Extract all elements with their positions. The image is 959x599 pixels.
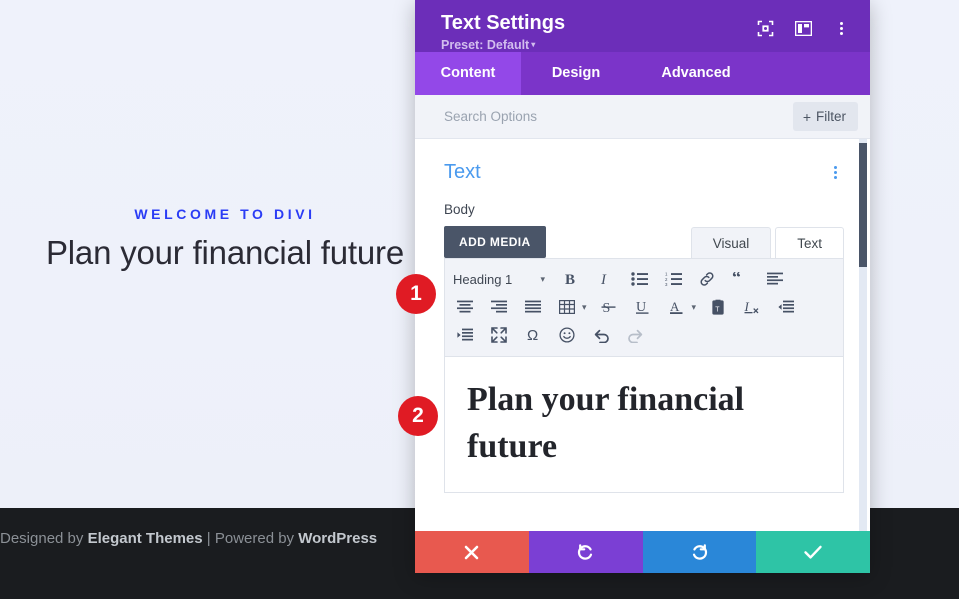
table-chevron-down-icon[interactable]: ▾ <box>582 302 587 313</box>
filter-button[interactable]: + Filter <box>792 102 858 131</box>
hero-heading: Plan your financial future <box>45 234 404 271</box>
modal-header: Text Settings Preset: Default ▾ <box>415 0 870 52</box>
undo-button[interactable] <box>528 531 643 573</box>
tab-advanced[interactable]: Advanced <box>631 52 761 95</box>
step-marker-1: 1 <box>396 274 436 314</box>
filter-button-label: Filter <box>816 109 846 124</box>
text-color-chevron-down-icon[interactable]: ▾ <box>692 302 697 313</box>
modal-title: Text Settings <box>441 12 566 34</box>
section-more-dots <box>833 166 837 179</box>
align-center-icon[interactable] <box>453 295 477 319</box>
editor-tab-visual[interactable]: Visual <box>690 227 772 258</box>
save-button[interactable] <box>756 531 870 573</box>
hero-eyebrow: WELCOME TO DIVI <box>134 206 316 222</box>
more-vertical-icon[interactable] <box>832 19 850 37</box>
undo-icon[interactable] <box>589 323 613 347</box>
strikethrough-icon[interactable]: S <box>597 295 621 319</box>
clear-formatting-icon[interactable]: I <box>740 295 764 319</box>
footer-credits: Designed by Elegant Themes | Powered by … <box>0 530 430 547</box>
table-icon[interactable] <box>555 295 579 319</box>
svg-text:3: 3 <box>665 282 668 286</box>
preset-selector[interactable]: Preset: Default ▾ <box>441 38 756 52</box>
outdent-icon[interactable] <box>774 295 798 319</box>
rich-text-editor[interactable]: Plan your financial future <box>444 357 844 493</box>
blockquote-icon[interactable]: “ <box>729 267 753 291</box>
redo-button[interactable] <box>642 531 757 573</box>
hero-content: WELCOME TO DIVI Plan your financial futu… <box>0 206 450 272</box>
body-field-label: Body <box>444 202 475 217</box>
cancel-button[interactable] <box>415 531 529 573</box>
svg-text:I: I <box>600 272 607 287</box>
tab-content[interactable]: Content <box>415 52 521 95</box>
align-right-icon[interactable] <box>487 295 511 319</box>
panel-scrollbar-track[interactable] <box>859 139 867 531</box>
align-left-icon[interactable] <box>763 267 787 291</box>
text-color-icon[interactable]: A <box>665 295 689 319</box>
modal-header-titles: Text Settings Preset: Default ▾ <box>441 12 756 53</box>
redo-arrow-icon <box>692 544 707 560</box>
more-vertical-dots <box>839 21 843 35</box>
modal-action-bar <box>415 531 870 573</box>
underline-icon[interactable]: U <box>631 295 655 319</box>
search-row: + Filter <box>415 95 870 139</box>
svg-text:S: S <box>603 301 611 315</box>
chevron-down-icon: ▾ <box>531 40 536 49</box>
italic-icon[interactable]: I <box>593 267 617 291</box>
toolbar-row-3: Ω <box>453 321 835 349</box>
body-field: Body ADD MEDIA Visual Text Heading 1 ▾ B <box>415 184 870 493</box>
paste-as-text-icon[interactable]: T <box>706 295 730 319</box>
redo-icon <box>623 323 647 347</box>
bulleted-list-icon[interactable] <box>627 267 651 291</box>
panel-scrollbar-thumb[interactable] <box>859 143 867 267</box>
svg-text:A: A <box>670 299 680 314</box>
layout-panel-icon[interactable] <box>794 19 812 37</box>
footer-brand-elegant-themes: Elegant Themes <box>87 530 203 547</box>
add-media-button[interactable]: ADD MEDIA <box>444 226 546 258</box>
editor-top-row: ADD MEDIA Visual Text <box>444 226 844 258</box>
text-settings-modal: Text Settings Preset: Default ▾ Content … <box>415 0 870 573</box>
preset-label: Preset: Default <box>441 38 530 52</box>
editor-toolbar: Heading 1 ▾ B I 1 2 3 “ ▾ S U A ▾ T I Ω <box>444 258 844 357</box>
modal-header-icons <box>756 13 850 37</box>
svg-text:I: I <box>744 299 750 314</box>
svg-text:T: T <box>715 306 720 313</box>
section-header: Text <box>415 139 870 184</box>
editor-tab-text[interactable]: Text <box>775 227 844 258</box>
close-icon <box>465 545 479 559</box>
plus-icon: + <box>802 108 811 125</box>
special-character-icon[interactable]: Ω <box>521 323 545 347</box>
link-icon[interactable] <box>695 267 719 291</box>
emoji-icon[interactable] <box>555 323 579 347</box>
toolbar-row-1: Heading 1 ▾ B I 1 2 3 “ <box>453 265 835 293</box>
align-justify-icon[interactable] <box>521 295 545 319</box>
svg-text:Ω: Ω <box>527 327 538 343</box>
svg-text:B: B <box>565 272 575 287</box>
editor-heading-text: Plan your financial future <box>467 381 745 465</box>
format-select[interactable]: Heading 1 ▾ <box>453 272 545 287</box>
section-title-text: Text <box>444 161 481 183</box>
section-more-vertical-icon[interactable] <box>826 164 844 182</box>
modal-tabs: Content Design Advanced <box>415 52 870 95</box>
footer-brand-wordpress: WordPress <box>298 530 378 547</box>
settings-scroll-area: Text Body ADD MEDIA Visual Text Heading … <box>415 139 870 531</box>
step-marker-2: 2 <box>398 396 438 436</box>
tab-design[interactable]: Design <box>521 52 631 95</box>
fullscreen-icon[interactable] <box>487 323 511 347</box>
search-input[interactable] <box>444 109 793 124</box>
editor-mode-tabs: Visual Text <box>690 227 844 258</box>
footer-prefix: Designed by <box>0 530 88 547</box>
bold-icon[interactable]: B <box>559 267 583 291</box>
checkmark-icon <box>804 545 822 559</box>
toolbar-row-2: ▾ S U A ▾ T I <box>453 293 835 321</box>
undo-arrow-icon <box>578 544 593 560</box>
svg-text:“: “ <box>732 272 741 286</box>
indent-icon[interactable] <box>453 323 477 347</box>
footer-separator: | Powered by <box>202 530 299 547</box>
focus-target-icon[interactable] <box>756 19 774 37</box>
format-select-value: Heading 1 <box>453 271 513 287</box>
numbered-list-icon[interactable]: 1 2 3 <box>661 267 685 291</box>
chevron-down-icon: ▾ <box>540 273 545 284</box>
